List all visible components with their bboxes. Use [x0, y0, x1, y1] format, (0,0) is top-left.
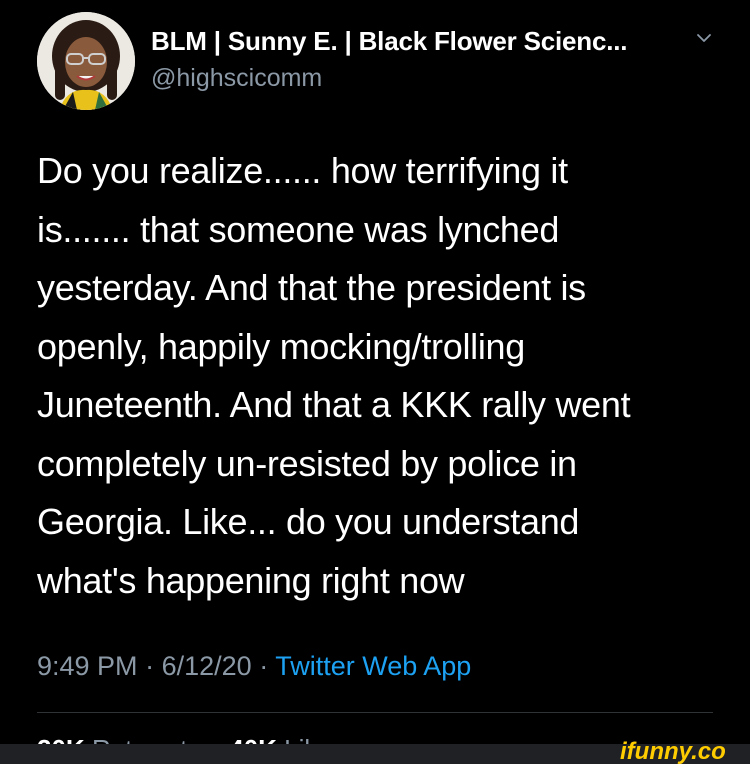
- tweet-time[interactable]: 9:49 PM: [37, 651, 138, 681]
- tweet-text-line: is....... that someone was lynched: [37, 208, 560, 250]
- meta-separator: ·: [145, 651, 155, 681]
- tweet-source-link[interactable]: Twitter Web App: [275, 651, 471, 681]
- ifunny-logo: ifunny.co: [620, 738, 726, 764]
- tweet-date[interactable]: 6/12/20: [162, 651, 252, 681]
- meta-separator: ·: [259, 651, 269, 681]
- tweet-text-line: Georgia. Like... do you understand: [37, 501, 580, 542]
- tweet-text: Do you realize...... how terrifying it i…: [37, 142, 727, 610]
- watermark-text: ifunny.co: [620, 738, 726, 764]
- avatar[interactable]: [37, 12, 135, 110]
- divider: [37, 712, 713, 713]
- tweet-text-line: yesterday. And that the president is: [37, 267, 586, 308]
- tweet-text-line: openly, happily mocking/trolling: [37, 325, 526, 367]
- tweet-card: BLM | Sunny E. | Black Flower Scienc... …: [0, 0, 750, 764]
- user-handle[interactable]: @highscicomm: [151, 64, 322, 93]
- chevron-down-icon[interactable]: [694, 30, 714, 46]
- tweet-text-line: Juneteenth. And that a KKK rally went: [37, 384, 631, 425]
- display-name[interactable]: BLM | Sunny E. | Black Flower Scienc...: [151, 26, 628, 57]
- tweet-text-line: completely un-resisted by police in: [37, 442, 577, 484]
- tweet-metadata: 9:49 PM · 6/12/20 · Twitter Web App: [37, 651, 471, 682]
- tweet-text-line: Do you realize...... how terrifying it: [37, 150, 568, 191]
- tweet-text-line: what's happening right now: [37, 559, 465, 601]
